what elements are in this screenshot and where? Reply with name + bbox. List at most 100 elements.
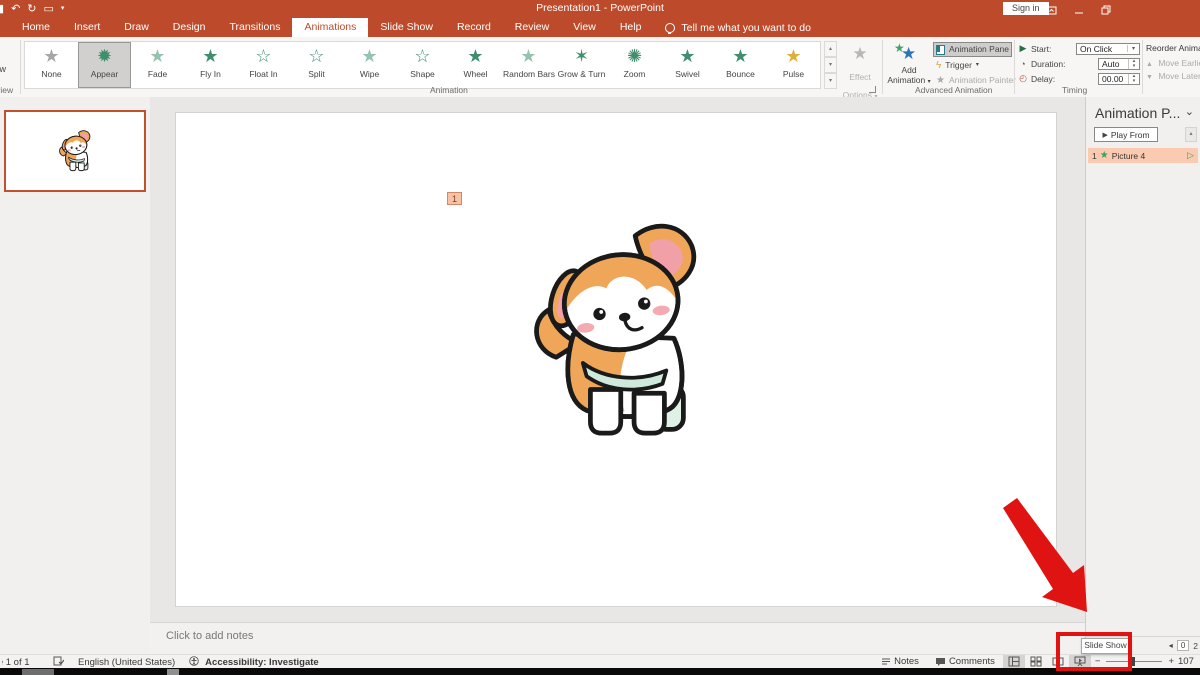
delay-down-icon[interactable]: ▾: [1129, 79, 1139, 84]
ribbon-tab[interactable]: Animations: [292, 18, 368, 37]
accessibility-status[interactable]: Accessibility: Investigate: [205, 657, 319, 668]
pane-scroll-up-icon[interactable]: ▴: [1185, 127, 1197, 142]
animation-effect-label: Zoom: [609, 69, 660, 79]
animation-effect-label: Shape: [397, 69, 448, 79]
notes-area[interactable]: Click to add notes: [150, 622, 1085, 654]
start-icon: ▶: [1018, 43, 1028, 54]
ribbon-tab[interactable]: Review: [503, 18, 561, 37]
animation-effect[interactable]: ★ Random Bars: [502, 42, 555, 88]
animation-dialog-launcher-icon[interactable]: [869, 86, 876, 93]
ribbon-tab[interactable]: Slide Show: [368, 18, 445, 37]
animation-effect-label: Wheel: [450, 69, 501, 79]
windows-taskbar: [0, 668, 1200, 675]
normal-view-button[interactable]: [1003, 655, 1025, 668]
animation-effect[interactable]: ☆ Float In: [237, 42, 290, 88]
advanced-animation-group-label: Advanced Animation: [915, 85, 993, 95]
tell-me-box[interactable]: Tell me what you want to do: [665, 18, 811, 37]
animation-effect[interactable]: ★ Pulse: [767, 42, 820, 88]
sign-in-button[interactable]: Sign in: [1003, 2, 1049, 15]
animation-list-item[interactable]: 1 ★ Picture 4 ▷: [1088, 148, 1198, 163]
zoom-percentage[interactable]: 107: [1178, 656, 1200, 667]
start-dropdown[interactable]: On Click ▾: [1076, 43, 1140, 55]
animation-effect-icon: ★: [662, 43, 713, 69]
move-later-button[interactable]: ▼ Move Later: [1146, 70, 1200, 83]
animation-effect[interactable]: ★ Swivel: [661, 42, 714, 88]
timeline-back-icon[interactable]: ◂: [1169, 641, 1173, 650]
preview-button[interactable]: ★ Preview: [0, 39, 19, 91]
animation-effect[interactable]: ★ Fly In: [184, 42, 237, 88]
animation-effect[interactable]: ☆ Split: [290, 42, 343, 88]
file-tab-partial[interactable]: [0, 18, 10, 37]
ribbon-tab[interactable]: Design: [161, 18, 218, 37]
language-indicator[interactable]: English (United States): [78, 657, 175, 668]
animation-effect-icon: ★: [450, 43, 501, 69]
gallery-scroll-up-icon[interactable]: ▴: [824, 41, 837, 57]
animation-effect[interactable]: ★ Wheel: [449, 42, 502, 88]
animation-effect[interactable]: ✺ Zoom: [608, 42, 661, 88]
trigger-label: Trigger: [945, 59, 972, 72]
slide-indicator: Slide 1 of 1: [2, 657, 39, 668]
animation-effect[interactable]: ★ Fade: [131, 42, 184, 88]
ribbon-tab[interactable]: Record: [445, 18, 503, 37]
duration-input[interactable]: Auto ▴▾: [1098, 58, 1140, 70]
puppy-image[interactable]: [524, 222, 709, 446]
pane-timeline: ◂ 0 2: [1169, 640, 1198, 651]
comments-button[interactable]: Comments: [927, 655, 1003, 668]
duration-down-icon[interactable]: ▾: [1129, 64, 1139, 69]
comments-label: Comments: [949, 656, 995, 667]
move-earlier-icon: ▲: [1146, 61, 1153, 68]
ribbon-tab[interactable]: Help: [608, 18, 654, 37]
animation-effect[interactable]: ★ Bounce: [714, 42, 767, 88]
animation-pane-button[interactable]: Animation Pane: [933, 42, 1012, 57]
animation-effect-icon: ★: [26, 43, 77, 69]
animation-effect-label: Swivel: [662, 69, 713, 79]
gallery-more-icon[interactable]: ▾: [824, 73, 837, 89]
ribbon-tab[interactable]: Draw: [112, 18, 161, 37]
ribbon-tab[interactable]: Home: [10, 18, 62, 37]
animation-effect-icon: ☆: [397, 43, 448, 69]
taskbar-app: [22, 669, 54, 675]
animation-effect[interactable]: ★ Wipe: [343, 42, 396, 88]
slide-sorter-view-button[interactable]: [1025, 655, 1047, 668]
effect-options-button[interactable]: ★ Effect Options ▾: [841, 41, 879, 103]
move-earlier-button[interactable]: ▲ Move Earlier: [1146, 57, 1200, 70]
animation-effect-icon: ✺: [609, 43, 660, 69]
delay-input[interactable]: 00.00 ▴▾: [1098, 73, 1140, 85]
animation-group-label: Animation: [430, 85, 468, 95]
group-separator: [1142, 40, 1143, 94]
gallery-scroll: ▴ ▾ ▾: [824, 41, 837, 87]
zoom-in-button[interactable]: +: [1168, 656, 1174, 667]
ribbon-tab[interactable]: Transitions: [217, 18, 292, 37]
animation-effect[interactable]: ✶ Grow & Turn: [555, 42, 608, 88]
move-later-label: Move Later: [1158, 71, 1200, 81]
play-from-button[interactable]: ▶ Play From: [1094, 127, 1158, 142]
timeline-zero: 0: [1177, 640, 1189, 651]
delay-label: Delay:: [1031, 74, 1095, 84]
annotation-rectangle: [1056, 632, 1132, 671]
animation-effect[interactable]: ★ None: [25, 42, 78, 88]
ribbon-tab[interactable]: View: [561, 18, 608, 37]
notes-button[interactable]: Notes: [873, 655, 927, 668]
duration-icon: ◔: [1018, 59, 1028, 69]
start-caret-icon[interactable]: ▾: [1127, 45, 1139, 52]
animation-order-badge[interactable]: 1: [447, 192, 462, 205]
animation-effect[interactable]: ✹ Appear: [78, 42, 131, 88]
zoom-slider-handle[interactable]: [1132, 657, 1135, 666]
add-animation-button[interactable]: ★ ★ Add Animation ▾: [886, 41, 932, 87]
animation-effect-icon: ✹: [79, 43, 130, 69]
ribbon-tabs: Home Insert Draw Design Transitions Anim…: [10, 18, 653, 37]
animation-effect-label: Grow & Turn: [556, 69, 607, 79]
animation-effect-icon: ★: [132, 43, 183, 69]
pane-close-chevron-icon[interactable]: ⌄: [1185, 105, 1194, 118]
gallery-scroll-down-icon[interactable]: ▾: [824, 57, 837, 73]
animation-effect[interactable]: ☆ Shape: [396, 42, 449, 88]
trigger-button[interactable]: ϟ Trigger ▾: [936, 59, 1012, 72]
ribbon-tab[interactable]: Insert: [62, 18, 112, 37]
slide-thumbnail[interactable]: [4, 110, 146, 192]
notes-icon: [881, 657, 891, 666]
delay-icon: ◴: [1018, 73, 1028, 84]
animation-effect-icon: ☆: [291, 43, 342, 69]
status-bar: Slide 1 of 1 English (United States) Acc…: [0, 654, 1200, 668]
animation-effect-label: Split: [291, 69, 342, 79]
title-bar: ▮ ↶ ↻ ▭ ▾ Presentation1 - PowerPoint Sig…: [0, 0, 1200, 18]
